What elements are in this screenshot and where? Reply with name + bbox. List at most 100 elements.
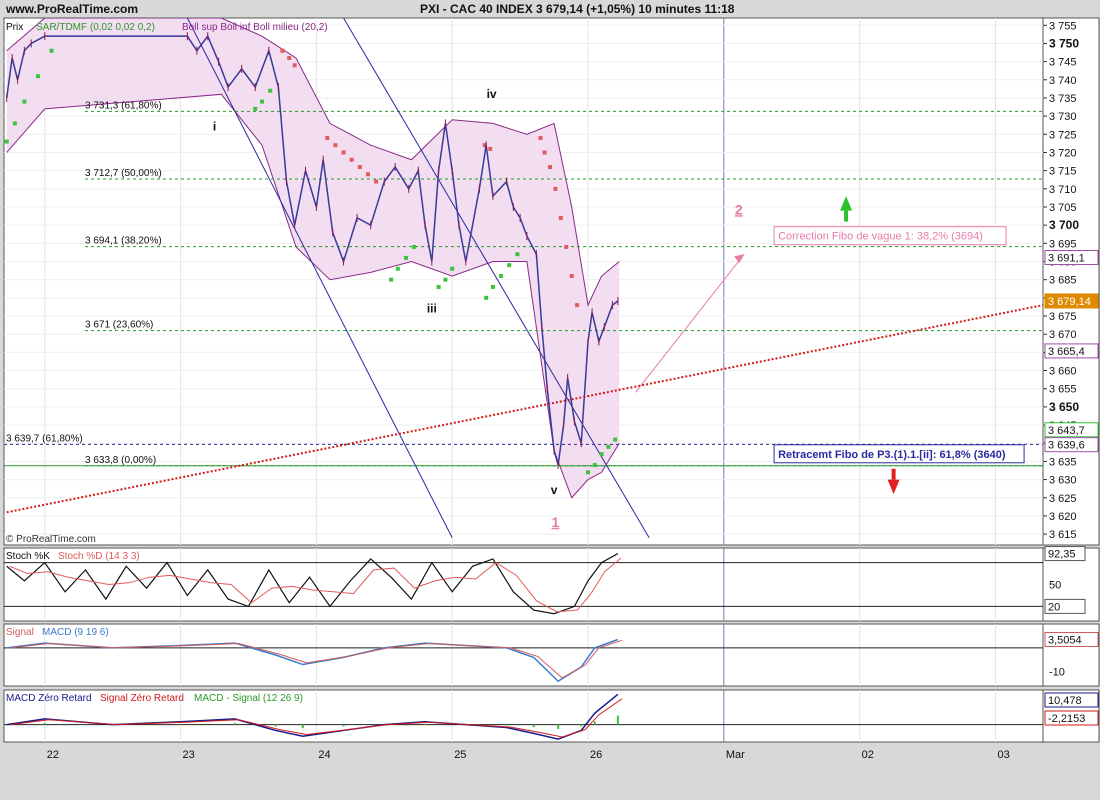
sar-dot-up <box>613 437 618 442</box>
sar-dot-down <box>349 157 354 162</box>
sar-dot-up <box>443 277 448 282</box>
sar-dot-down <box>547 165 552 170</box>
legend-stoch-d: Stoch %D (14 3 3) <box>58 551 140 562</box>
fibo-level-label: 3 671 (23,60%) <box>85 320 153 331</box>
legend-macd: MACD (9 19 6) <box>42 627 109 638</box>
sar-dot-down <box>280 48 285 53</box>
x-tick-label: Mar <box>726 749 745 761</box>
sar-dot-up <box>499 274 504 279</box>
sar-dot-down <box>357 165 362 170</box>
price-tick-label: 3 695 <box>1049 238 1077 250</box>
price-tick-label: 3 750 <box>1049 36 1079 50</box>
sar-dot-down <box>333 143 338 148</box>
sar-dot-up <box>507 263 512 268</box>
price-tick-label: 3 700 <box>1049 218 1079 232</box>
wave-label: iv <box>487 87 497 101</box>
stoch-tag-label: 20 <box>1048 601 1060 613</box>
price-tick-label: 3 710 <box>1049 184 1077 196</box>
sar-dot-down <box>287 55 292 60</box>
sar-dot-up <box>592 463 597 468</box>
x-tick-label: 03 <box>997 749 1009 761</box>
price-tick-label: 3 725 <box>1049 129 1077 141</box>
price-tick-label: 3 705 <box>1049 202 1077 214</box>
price-tick-label: 3 715 <box>1049 166 1077 178</box>
price-tick-label: 3 625 <box>1049 493 1077 505</box>
sar-dot-up <box>404 255 409 260</box>
legend-stoch-k: Stoch %K <box>6 551 50 562</box>
price-tick-label: 3 675 <box>1049 311 1077 323</box>
fibo-extra-label: 3 639,7 (61,80%) <box>6 433 83 444</box>
sar-dot-up <box>22 99 27 104</box>
chart-canvas[interactable]: 22 23 24 25 26 Mar 02 03 3 731,3 (61,80%) 3 712,7… <box>0 0 1100 800</box>
price-tick-label: 3 620 <box>1049 511 1077 523</box>
x-tick-label: 26 <box>590 749 602 761</box>
macd-tag-label: 3,5054 <box>1048 634 1082 646</box>
red-arrow-shaft <box>891 468 896 480</box>
price-tick-label: 3 635 <box>1049 456 1077 468</box>
price-tag-label: 3 679,14 <box>1048 296 1091 308</box>
wave-label: i <box>213 120 216 134</box>
price-tick-label: 3 660 <box>1049 366 1077 378</box>
sar-dot-up <box>395 266 400 271</box>
sar-dot-up <box>412 244 417 249</box>
fibo-level-label: 3 694,1 (38,20%) <box>85 236 162 247</box>
price-tick-label: 3 745 <box>1049 57 1077 69</box>
price-tick-label: 3 735 <box>1049 93 1077 105</box>
price-tick-label: 3 670 <box>1049 329 1077 341</box>
sar-dot-up <box>253 106 258 111</box>
sar-dot-down <box>569 274 574 279</box>
legend-price: Prix <box>6 22 23 33</box>
sar-dot-down <box>538 135 543 140</box>
stoch-tag-label: 92,35 <box>1048 549 1076 561</box>
sar-dot-up <box>450 266 455 271</box>
price-tick-label: 3 685 <box>1049 275 1077 287</box>
annotation-text: Retracemt Fibo de P3.(1).1.[ii]: 61,8% (… <box>778 449 1006 461</box>
sar-dot-up <box>436 284 441 289</box>
wave-label: 2 <box>735 201 743 217</box>
sar-dot-down <box>325 135 330 140</box>
price-tick-label: 3 730 <box>1049 111 1077 123</box>
legend-zero-macd: MACD Zéro Retard <box>6 693 92 704</box>
price-tag-label: 3 643,7 <box>1048 425 1085 437</box>
x-tick-label: 02 <box>862 749 874 761</box>
fibo-level-label: 3 731,3 (61,80%) <box>85 100 162 111</box>
x-tick-label: 25 <box>454 749 466 761</box>
sar-dot-up <box>599 452 604 457</box>
sar-dot-up <box>389 277 394 282</box>
price-tick-label: 3 740 <box>1049 75 1077 87</box>
legend-zero-signal: Signal Zéro Retard <box>100 693 184 704</box>
sar-dot-up <box>12 121 17 126</box>
sar-dot-up <box>586 470 591 475</box>
sar-dot-down <box>341 150 346 155</box>
sar-dot-down <box>575 303 580 308</box>
sar-dot-down <box>558 215 563 220</box>
sar-dot-up <box>268 88 273 93</box>
sar-dot-up <box>260 99 265 104</box>
panel-macd <box>3 623 1044 687</box>
price-tag-label: 3 691,1 <box>1048 253 1085 265</box>
x-tick-label: 22 <box>47 749 59 761</box>
sar-dot-up <box>35 74 40 79</box>
wave-label: v <box>551 483 558 497</box>
green-arrow-shaft <box>844 210 849 222</box>
sar-dot-up <box>515 252 520 257</box>
sar-dot-down <box>374 179 379 184</box>
sar-dot-up <box>484 295 489 300</box>
legend-sar: SAR/TDMF (0,02 0,02 0,2) <box>36 22 155 33</box>
zero-tag-label: 10,478 <box>1048 695 1082 707</box>
sar-dot-down <box>542 150 547 155</box>
price-tag-label: 3 665,4 <box>1048 346 1085 358</box>
legend-zero-diff: MACD - Signal (12 26 9) <box>194 693 303 704</box>
fibo-level-label: 3 712,7 (50,00%) <box>85 168 162 179</box>
legend-signal: Signal <box>6 627 34 638</box>
wave-label: 1 <box>552 514 560 530</box>
price-tick-label: 3 755 <box>1049 20 1077 32</box>
legend-boll: Boll sup Boll inf Boll milieu (20,2) <box>182 22 328 33</box>
x-tick-label: 24 <box>318 749 330 761</box>
sar-dot-down <box>564 244 569 249</box>
sar-dot-down <box>553 186 558 191</box>
fibo-level-label: 3 633,8 (0,00%) <box>85 455 156 466</box>
wave-label: iii <box>427 301 437 315</box>
price-tick-label: 3 615 <box>1049 529 1077 541</box>
price-tick-label: 3 655 <box>1049 384 1077 396</box>
